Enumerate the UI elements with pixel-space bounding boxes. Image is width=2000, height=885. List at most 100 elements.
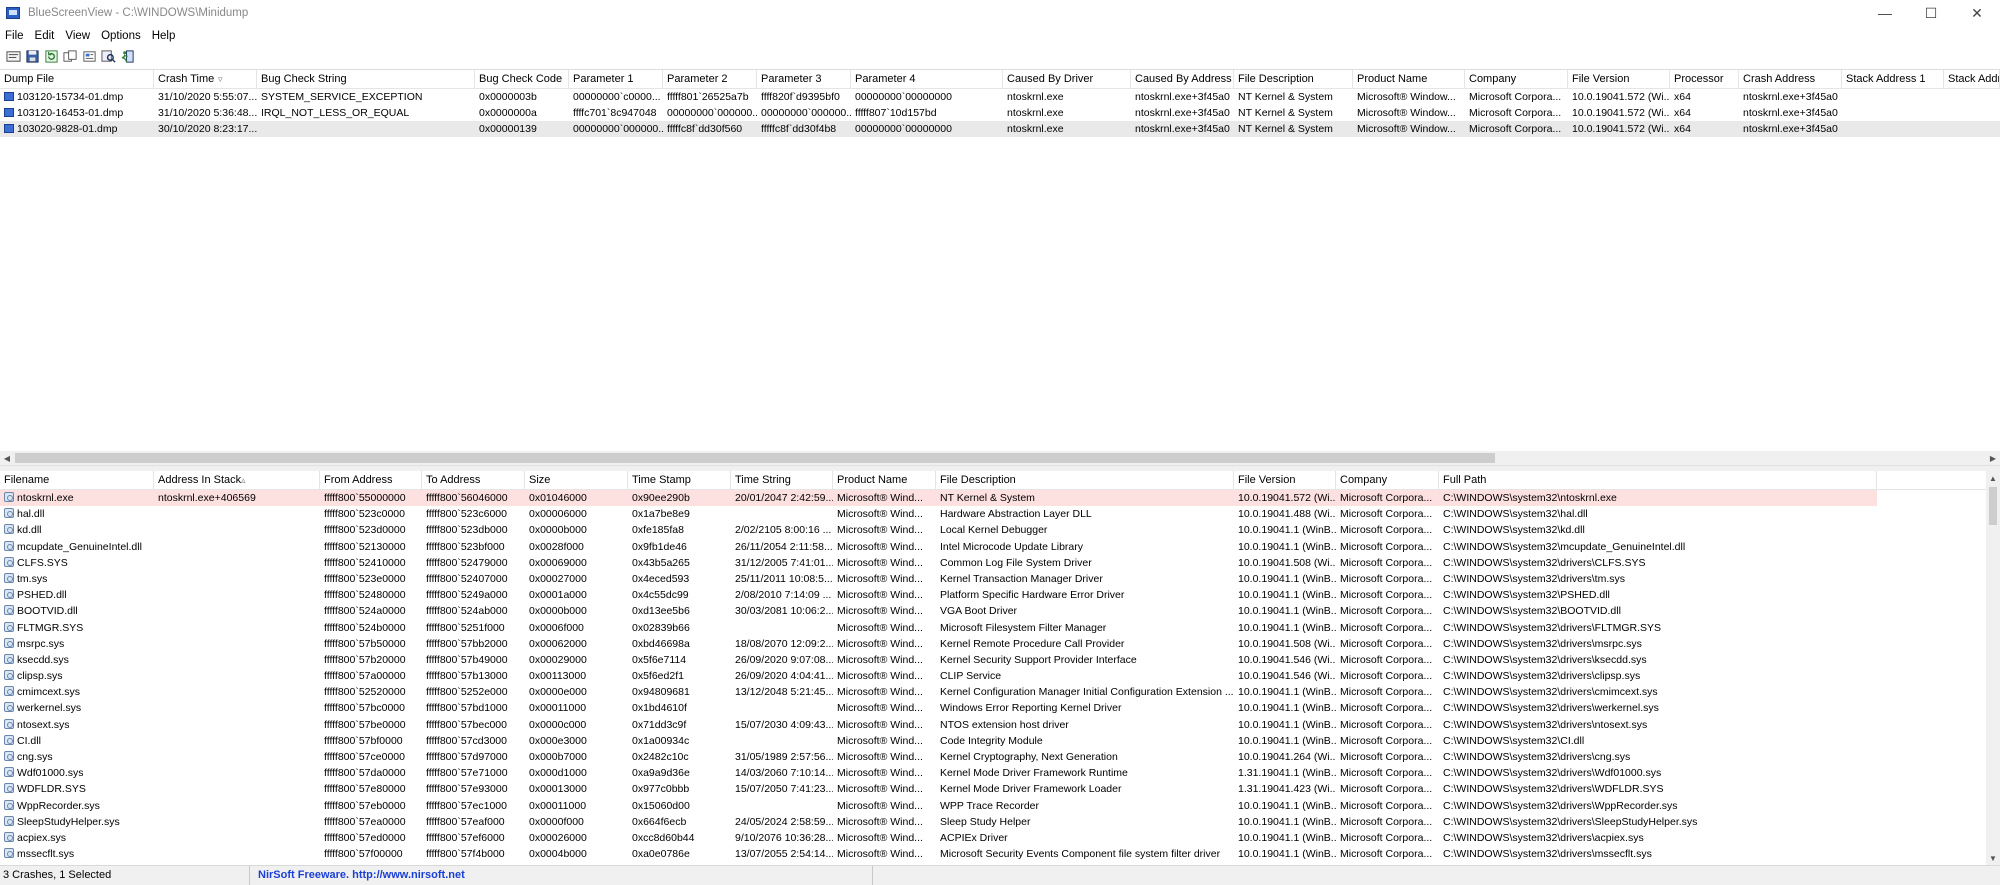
driver-cell: Microsoft Filesystem Filter Manager <box>936 620 1234 636</box>
driver-row[interactable]: WppRecorder.sys fffff800`57eb0000 fffff800… <box>0 798 1986 814</box>
col-stack-address-2[interactable]: Stack Addre <box>1944 70 2000 89</box>
crash-row[interactable]: 103120-16453-01.dmp 31/10/2020 5:36:48...… <box>0 105 2000 121</box>
col-file-description[interactable]: File Description <box>1234 70 1353 89</box>
cell-text: fffff800`57da0000 <box>324 767 406 780</box>
col-parameter-2[interactable]: Parameter 2 <box>663 70 757 89</box>
col-product-name[interactable]: Product Name <box>833 471 936 490</box>
driver-cell: 10.0.19041.1 (WinB... <box>1234 717 1336 733</box>
driver-row[interactable]: cmimcext.sys fffff800`52520000 fffff800`52… <box>0 684 1986 700</box>
driver-cell: C:\WINDOWS\system32\drivers\WppRecorder.… <box>1439 798 1877 814</box>
exit-icon[interactable] <box>119 48 135 64</box>
col-from-address[interactable]: From Address <box>320 471 422 490</box>
driver-row[interactable]: PSHED.dll fffff800`52480000 fffff800`5249a… <box>0 587 1986 603</box>
driver-row[interactable]: hal.dll fffff800`523c0000 fffff800`523c600… <box>0 506 1986 522</box>
col-time-string[interactable]: Time String <box>731 471 833 490</box>
col-size[interactable]: Size <box>525 471 628 490</box>
minimize-button[interactable]: — <box>1862 0 1908 26</box>
driver-cell: kd.dll <box>0 522 154 538</box>
scrollbar-thumb[interactable] <box>15 453 1495 463</box>
col-caused-by-address[interactable]: Caused By Address <box>1131 70 1234 89</box>
driver-row[interactable]: kd.dll fffff800`523d0000 fffff800`523db000… <box>0 522 1986 538</box>
cell-text: NTOS extension host driver <box>940 718 1069 731</box>
scroll-right-icon[interactable]: ▶ <box>1986 451 2000 465</box>
col-processor[interactable]: Processor <box>1670 70 1739 89</box>
find-icon[interactable] <box>100 48 116 64</box>
maximize-button[interactable]: ☐ <box>1908 0 1954 26</box>
col-full-path[interactable]: Full Path <box>1439 471 1877 490</box>
driver-row[interactable]: mssecflt.sys fffff800`57f00000 fffff800`57… <box>0 846 1986 862</box>
col-company[interactable]: Company <box>1465 70 1568 89</box>
scroll-left-icon[interactable]: ◀ <box>0 451 14 465</box>
cell-text: fffff800`523bf000 <box>426 540 505 553</box>
menu-help[interactable]: Help <box>147 30 182 42</box>
col-stack-address-1[interactable]: Stack Address 1 <box>1842 70 1944 89</box>
cell-text: fffff800`52407000 <box>426 572 508 585</box>
driver-row[interactable]: Wdf01000.sys fffff800`57da0000 fffff800`57… <box>0 765 1986 781</box>
menu-view[interactable]: View <box>60 30 96 42</box>
driver-row[interactable]: BOOTVID.dll fffff800`524a0000 fffff800`524… <box>0 603 1986 619</box>
cell-text: C:\WINDOWS\system32\BOOTVID.dll <box>1443 605 1621 618</box>
driver-cell: 0x977c0bbb <box>628 781 731 797</box>
scroll-up-icon[interactable]: ▲ <box>1986 471 2000 485</box>
properties-icon[interactable] <box>5 48 21 64</box>
driver-cell: 13/12/2048 5:21:45... <box>731 684 833 700</box>
driver-row[interactable]: acpiex.sys fffff800`57ed0000 fffff800`57ef… <box>0 830 1986 846</box>
driver-row[interactable]: WDFLDR.SYS fffff800`57e80000 fffff800`57e9… <box>0 781 1986 797</box>
driver-row[interactable]: ntoskrnl.exe ntoskrnl.exe+406569 fffff800`… <box>0 490 1877 507</box>
driver-file-icon <box>4 556 14 567</box>
menu-file[interactable]: File <box>0 30 30 42</box>
copy-icon[interactable] <box>62 48 78 64</box>
col-dump-file[interactable]: Dump File <box>0 70 154 89</box>
crash-row[interactable]: 103020-9828-01.dmp 30/10/2020 8:23:17... 0… <box>0 121 2000 137</box>
driver-row[interactable]: SleepStudyHelper.sys fffff800`57ea0000 fff… <box>0 814 1986 830</box>
col-company[interactable]: Company <box>1336 471 1439 490</box>
driver-row[interactable]: werkernel.sys fffff800`57bc0000 fffff800`5… <box>0 700 1986 716</box>
cell-text: Microsoft Corpora... <box>1340 653 1433 666</box>
driver-row[interactable]: cng.sys fffff800`57ce0000 fffff800`57d9700… <box>0 749 1986 765</box>
save-icon[interactable] <box>24 48 40 64</box>
nirsoft-link[interactable]: NirSoft Freeware. http://www.nirsoft.net <box>250 866 873 885</box>
html-report-icon[interactable] <box>81 48 97 64</box>
driver-row[interactable]: mcupdate_GenuineIntel.dll fffff800`521300… <box>0 539 1986 555</box>
refresh-icon[interactable] <box>43 48 59 64</box>
driver-row[interactable]: ksecdd.sys fffff800`57b20000 fffff800`57b4… <box>0 652 1986 668</box>
driver-row[interactable]: CLFS.SYS fffff800`52410000 fffff800`524790… <box>0 555 1986 571</box>
crash-row[interactable]: 103120-15734-01.dmp 31/10/2020 5:55:07...… <box>0 89 2000 105</box>
col-parameter-1[interactable]: Parameter 1 <box>569 70 663 89</box>
driver-cell: WPP Trace Recorder <box>936 798 1234 814</box>
close-button[interactable]: ✕ <box>1954 0 2000 26</box>
col-caused-by-driver[interactable]: Caused By Driver <box>1003 70 1131 89</box>
col-product-name[interactable]: Product Name <box>1353 70 1465 89</box>
col-file-version[interactable]: File Version <box>1568 70 1670 89</box>
cell-text: 0x00006000 <box>529 508 587 521</box>
col-filename[interactable]: Filename <box>0 471 154 490</box>
col-file-version[interactable]: File Version <box>1234 471 1336 490</box>
col-address-in-stack[interactable]: Address In Stack ▵ <box>154 471 320 490</box>
scroll-down-icon[interactable]: ▼ <box>1986 851 2000 865</box>
driver-row[interactable]: msrpc.sys fffff800`57b50000 fffff800`57bb2… <box>0 636 1986 652</box>
col-bug-check-string[interactable]: Bug Check String <box>257 70 475 89</box>
cell-text: ACPIEx Driver <box>940 831 1008 844</box>
crash-list-horizontal-scrollbar[interactable]: ◀ ▶ <box>0 451 2000 465</box>
col-time-stamp[interactable]: Time Stamp <box>628 471 731 490</box>
cell-text: C:\WINDOWS\system32\drivers\WDFLDR.SYS <box>1443 783 1664 796</box>
driver-row[interactable]: ntosext.sys fffff800`57be0000 fffff800`57b… <box>0 717 1986 733</box>
col-crash-address[interactable]: Crash Address <box>1739 70 1842 89</box>
col-bug-check-code[interactable]: Bug Check Code <box>475 70 569 89</box>
driver-list-vertical-scrollbar[interactable]: ▲ ▼ <box>1986 471 2000 865</box>
col-file-description[interactable]: File Description <box>936 471 1234 490</box>
driver-row[interactable]: FLTMGR.SYS fffff800`524b0000 fffff800`5251… <box>0 620 1986 636</box>
col-parameter-4[interactable]: Parameter 4 <box>851 70 1003 89</box>
driver-cell: C:\WINDOWS\system32\drivers\tm.sys <box>1439 571 1877 587</box>
col-parameter-3[interactable]: Parameter 3 <box>757 70 851 89</box>
menu-options[interactable]: Options <box>96 30 147 42</box>
col-to-address[interactable]: To Address <box>422 471 525 490</box>
driver-row[interactable]: tm.sys fffff800`523e0000 fffff800`52407000… <box>0 571 1986 587</box>
driver-cell: Microsoft® Wind... <box>833 733 936 749</box>
driver-cell: C:\WINDOWS\system32\ntoskrnl.exe <box>1439 490 1877 506</box>
col-crash-time[interactable]: Crash Time ▿ <box>154 70 257 89</box>
scrollbar-thumb[interactable] <box>1989 487 1997 525</box>
driver-row[interactable]: CI.dll fffff800`57bf0000 fffff800`57cd3000… <box>0 733 1986 749</box>
menu-edit[interactable]: Edit <box>30 30 61 42</box>
driver-row[interactable]: clipsp.sys fffff800`57a00000 fffff800`57b1… <box>0 668 1986 684</box>
